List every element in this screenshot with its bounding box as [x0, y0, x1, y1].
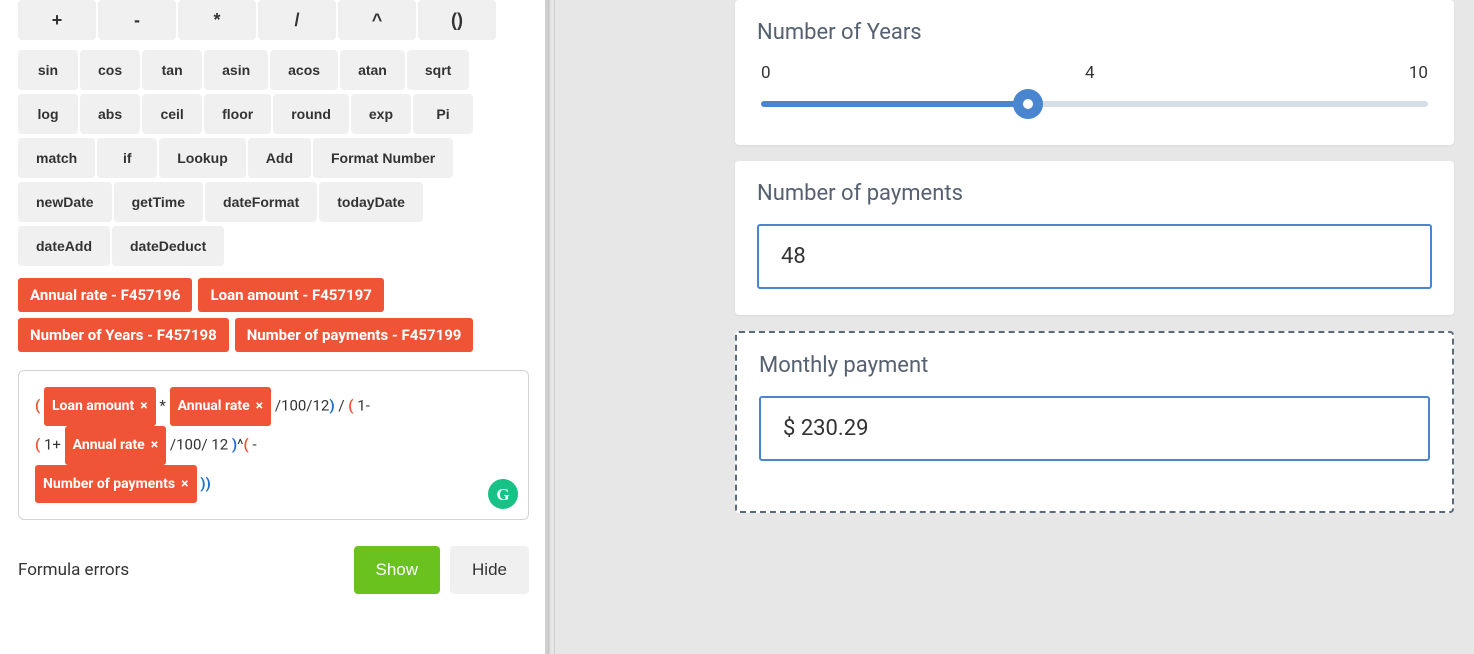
- formula-editor[interactable]: ( Loan amount× * Annual rate× /100/12) /…: [18, 370, 529, 520]
- function-button[interactable]: newDate: [18, 182, 112, 222]
- slider-min-label: 0: [761, 63, 771, 83]
- slider-labels: 0 4 10: [757, 63, 1432, 89]
- operator-button[interactable]: -: [98, 0, 176, 40]
- formula-errors-row: Formula errors Show Hide: [18, 546, 529, 594]
- formula-field-token[interactable]: Number of payments×: [35, 465, 197, 504]
- formula-text: 1+: [44, 435, 65, 453]
- paren-open: (: [35, 396, 44, 414]
- hide-errors-button[interactable]: Hide: [450, 546, 529, 594]
- function-button[interactable]: Pi: [413, 94, 473, 134]
- function-button[interactable]: atan: [340, 50, 405, 90]
- years-title: Number of Years: [757, 20, 1432, 45]
- formula-field-label: Loan amount: [52, 391, 134, 422]
- function-button[interactable]: exp: [351, 94, 411, 134]
- function-button[interactable]: abs: [80, 94, 140, 134]
- years-card: Number of Years 0 4 10: [735, 0, 1454, 145]
- formula-field-token[interactable]: Annual rate×: [65, 426, 167, 465]
- function-button[interactable]: acos: [270, 50, 338, 90]
- operator-button[interactable]: ^: [338, 0, 416, 40]
- grammarly-icon: G: [488, 479, 518, 509]
- paren-close: ): [206, 474, 211, 492]
- function-button[interactable]: tan: [142, 50, 202, 90]
- function-button[interactable]: Lookup: [159, 138, 246, 178]
- remove-token-icon[interactable]: ×: [256, 391, 263, 422]
- function-button[interactable]: dateDeduct: [112, 226, 224, 266]
- function-button[interactable]: asin: [204, 50, 268, 90]
- function-button[interactable]: sqrt: [407, 50, 469, 90]
- function-button[interactable]: todayDate: [319, 182, 423, 222]
- monthly-value: $ 230.29: [759, 396, 1430, 461]
- function-button[interactable]: round: [273, 94, 349, 134]
- remove-token-icon[interactable]: ×: [151, 430, 158, 461]
- payments-value[interactable]: 48: [757, 224, 1432, 289]
- show-errors-button[interactable]: Show: [354, 546, 441, 594]
- field-tag[interactable]: Number of payments - F457199: [235, 318, 474, 352]
- formula-text: /100/12: [271, 396, 329, 414]
- function-button[interactable]: Add: [248, 138, 311, 178]
- formula-field-token[interactable]: Loan amount×: [44, 387, 156, 426]
- formula-field-label: Number of payments: [43, 469, 175, 500]
- slider-mid-label: 4: [1085, 63, 1095, 83]
- function-button[interactable]: getTime: [114, 182, 203, 222]
- function-button[interactable]: log: [18, 94, 78, 134]
- years-slider[interactable]: [761, 89, 1428, 119]
- formula-field-token[interactable]: Annual rate×: [170, 387, 272, 426]
- formula-text: /: [335, 396, 349, 414]
- payments-title: Number of payments: [757, 181, 1432, 206]
- slider-max-label: 10: [1409, 63, 1428, 83]
- function-button[interactable]: sin: [18, 50, 78, 90]
- formula-text: /100/ 12: [166, 435, 232, 453]
- operator-button[interactable]: (): [418, 0, 496, 40]
- formula-text: *: [156, 396, 170, 414]
- paren-open: (: [348, 396, 357, 414]
- slider-fill: [761, 101, 1028, 107]
- panel-divider[interactable]: [545, 0, 555, 654]
- function-button[interactable]: floor: [204, 94, 271, 134]
- monthly-title: Monthly payment: [759, 353, 1430, 378]
- function-row: sincostanasinacosatansqrt logabsceilfloor…: [18, 50, 488, 270]
- formula-field-label: Annual rate: [178, 391, 250, 422]
- function-button[interactable]: Format Number: [313, 138, 453, 178]
- formula-text: 1-: [357, 396, 370, 414]
- payments-card: Number of payments 48: [735, 161, 1454, 315]
- operator-row: +-*/^(): [18, 0, 529, 44]
- operator-button[interactable]: /: [258, 0, 336, 40]
- formula-errors-label: Formula errors: [18, 560, 129, 580]
- operator-button[interactable]: +: [18, 0, 96, 40]
- paren-open: (: [35, 435, 44, 453]
- formula-builder-panel: +-*/^() sincostanasinacosatansqrtlogabsc…: [0, 0, 545, 654]
- field-tag[interactable]: Number of Years - F457198: [18, 318, 229, 352]
- formula-field-label: Annual rate: [73, 430, 145, 461]
- remove-token-icon[interactable]: ×: [140, 391, 147, 422]
- slider-thumb[interactable]: [1013, 89, 1043, 119]
- monthly-card[interactable]: Monthly payment $ 230.29: [735, 331, 1454, 513]
- field-tag[interactable]: Loan amount - F457197: [198, 278, 383, 312]
- function-button[interactable]: cos: [80, 50, 140, 90]
- field-tags: Annual rate - F457196Loan amount - F4571…: [18, 278, 529, 352]
- formula-text: -: [252, 435, 256, 453]
- function-button[interactable]: dateAdd: [18, 226, 110, 266]
- form-preview-panel: Number of Years 0 4 10 Number of payment…: [555, 0, 1474, 654]
- remove-token-icon[interactable]: ×: [181, 469, 188, 500]
- field-tag[interactable]: Annual rate - F457196: [18, 278, 192, 312]
- function-button[interactable]: match: [18, 138, 95, 178]
- function-button[interactable]: dateFormat: [205, 182, 317, 222]
- function-button[interactable]: if: [97, 138, 157, 178]
- function-button[interactable]: ceil: [142, 94, 202, 134]
- operator-button[interactable]: *: [178, 0, 256, 40]
